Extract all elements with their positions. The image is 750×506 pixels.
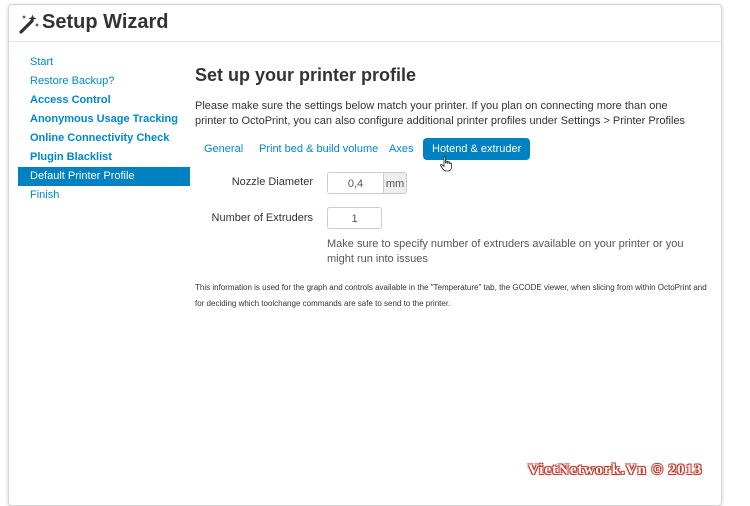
extruders-input[interactable]: 1: [327, 207, 382, 229]
hand-cursor-icon: [440, 156, 452, 172]
watermark: VietNetwork.Vn © 2013: [528, 462, 703, 478]
extruders-help-text: Make sure to specify number of extruders…: [327, 238, 684, 265]
nav-item-connectivity-check[interactable]: Online Connectivity Check: [18, 129, 190, 148]
nav-item-usage-tracking[interactable]: Anonymous Usage Tracking: [18, 110, 190, 129]
info-note: This information is used for the graph a…: [195, 283, 707, 308]
nav-item-finish[interactable]: Finish: [18, 186, 190, 205]
wizard-nav: Start Restore Backup? Access Control Ano…: [18, 53, 190, 205]
page-heading: Set up your printer profile: [195, 65, 417, 85]
magic-wand-icon: [19, 14, 39, 34]
nav-item-restore-backup[interactable]: Restore Backup?: [18, 72, 190, 91]
nav-item-access-control[interactable]: Access Control: [18, 91, 190, 110]
nav-item-default-printer-profile[interactable]: Default Printer Profile: [18, 167, 190, 186]
wizard-dialog: Setup Wizard Start Restore Backup? Acces…: [8, 4, 722, 506]
extruders-label: Number of Extruders: [211, 212, 313, 224]
tab-general[interactable]: General: [204, 138, 243, 160]
nav-item-plugin-blacklist[interactable]: Plugin Blacklist: [18, 148, 190, 167]
tab-axes[interactable]: Axes: [389, 138, 413, 160]
tab-print-bed[interactable]: Print bed & build volume: [259, 138, 378, 160]
nav-item-start[interactable]: Start: [18, 53, 190, 72]
nozzle-diameter-label: Nozzle Diameter: [231, 176, 313, 188]
dialog-title: Setup Wizard: [42, 11, 169, 33]
dialog-header: Setup Wizard: [9, 5, 721, 42]
intro-text: Please make sure the settings below matc…: [195, 100, 686, 127]
nozzle-diameter-input[interactable]: 0,4: [327, 172, 384, 194]
nozzle-unit-addon: mm: [384, 172, 407, 194]
